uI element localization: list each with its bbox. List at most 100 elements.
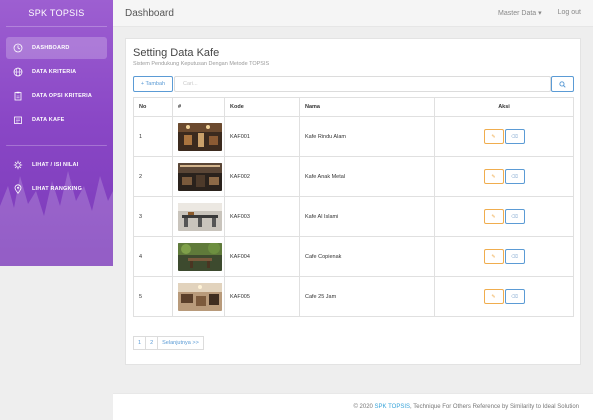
sidebar-item-label: DASHBOARD	[32, 45, 70, 51]
master-data-dropdown[interactable]: Master Data ▾	[498, 9, 542, 17]
sidebar-item-data-kriteria[interactable]: DATA KRITERIA	[6, 61, 107, 83]
row-kode: KAF004	[224, 236, 300, 277]
table-row: 5 KAF005 Cafe 25 Jam ✎ ⌫	[133, 276, 574, 317]
next-page-link[interactable]: Selanjutnya >>	[157, 336, 204, 350]
row-nama: Kafe Rindu Alam	[299, 116, 435, 157]
row-image-cell	[172, 156, 225, 197]
edit-button[interactable]: ✎	[483, 169, 504, 184]
row-number: 4	[133, 236, 173, 277]
row-number: 1	[133, 116, 173, 157]
footer-link[interactable]: SPK TOPSIS	[375, 404, 410, 410]
row-image-cell	[172, 196, 225, 237]
footer: © 2020 SPK TOPSIS , Technique For Others…	[113, 393, 593, 420]
row-nama: Kafe Al Islami	[299, 196, 435, 237]
row-actions: ✎ ⌫	[434, 196, 574, 237]
document-icon	[12, 114, 24, 126]
table-row: 4 KAF004 Cafe Copienak ✎ ⌫	[133, 236, 574, 277]
column-header-no: No	[133, 97, 173, 117]
kafe-photo[interactable]	[178, 202, 222, 231]
row-kode: KAF005	[224, 276, 300, 317]
delete-button[interactable]: ⌫	[504, 169, 525, 184]
dashboard-icon	[12, 42, 24, 54]
table-header-row: No # Kode Nama Aksi	[133, 97, 574, 117]
table-row: 2 KAF002 Kafe Anak Metal ✎ ⌫	[133, 156, 574, 197]
trash-icon: ⌫	[510, 213, 519, 220]
pencil-icon: ✎	[491, 213, 496, 220]
kafe-photo[interactable]	[178, 162, 222, 191]
delete-button[interactable]: ⌫	[504, 129, 525, 144]
table-row: 1 KAF001 Kafe Rindu Alam ✎ ⌫	[133, 116, 574, 157]
pencil-icon: ✎	[491, 133, 496, 140]
row-nama: Kafe Anak Metal	[299, 156, 435, 197]
table-row: 3 KAF003 Kafe Al Islami ✎ ⌫	[133, 196, 574, 237]
globe-icon	[12, 66, 24, 78]
sidebar-item-dashboard[interactable]: DASHBOARD	[6, 37, 107, 59]
footer-copyright: © 2020	[353, 404, 375, 410]
sidebar-nav: DASHBOARD DATA KRITERIA DATA OPSI KRITER…	[0, 27, 113, 200]
sidebar-item-data-opsi-kriteria[interactable]: DATA OPSI KRITERIA	[6, 85, 107, 107]
column-header-nama: Nama	[299, 97, 435, 117]
location-pin-icon	[12, 183, 24, 195]
clipboard-icon	[12, 90, 24, 102]
sidebar-item-label: DATA KAFE	[32, 117, 65, 123]
pagination: 1 2 Selanjutnya >>	[133, 336, 204, 350]
trash-icon: ⌫	[510, 173, 519, 180]
sidebar-item-label: DATA OPSI KRITERIA	[32, 93, 93, 99]
row-number: 5	[133, 276, 173, 317]
column-header-kode: Kode	[224, 97, 300, 117]
brand-title[interactable]: SPK TOPSIS	[6, 0, 107, 27]
row-nama: Cafe Copienak	[299, 236, 435, 277]
row-actions: ✎ ⌫	[434, 156, 574, 197]
data-kafe-panel: Setting Data Kafe Sistem Pendukung Keput…	[125, 38, 581, 365]
sidebar-spacer	[6, 133, 107, 141]
row-image-cell	[172, 276, 225, 317]
row-kode: KAF001	[224, 116, 300, 157]
top-navbar-menu: Master Data ▾ Log out	[498, 9, 581, 17]
sidebar-item-lihat-rangking[interactable]: LIHAT RANGKING	[6, 178, 107, 200]
sidebar-item-label: DATA KRITERIA	[32, 69, 77, 75]
sidebar-item-lihat-isi-nilai[interactable]: LIHAT / ISI NILAI	[6, 154, 107, 176]
sidebar-divider	[6, 145, 107, 146]
search-icon	[559, 80, 566, 88]
row-actions: ✎ ⌫	[434, 276, 574, 317]
logout-link[interactable]: Log out	[558, 9, 581, 17]
row-nama: Cafe 25 Jam	[299, 276, 435, 317]
top-navbar: Dashboard Master Data ▾ Log out	[113, 0, 593, 27]
delete-button[interactable]: ⌫	[504, 209, 525, 224]
row-image-cell	[172, 116, 225, 157]
delete-button[interactable]: ⌫	[504, 249, 525, 264]
pencil-icon: ✎	[491, 293, 496, 300]
page-title: Dashboard	[125, 7, 174, 19]
footer-description: , Technique For Others Reference by Simi…	[410, 404, 579, 410]
sidebar-item-label: LIHAT RANGKING	[32, 186, 83, 192]
row-number: 3	[133, 196, 173, 237]
row-image-cell	[172, 236, 225, 277]
edit-button[interactable]: ✎	[483, 249, 504, 264]
row-kode: KAF003	[224, 196, 300, 237]
column-header-image: #	[172, 97, 225, 117]
column-header-aksi: Aksi	[434, 97, 574, 117]
edit-button[interactable]: ✎	[483, 129, 504, 144]
kafe-photo[interactable]	[178, 242, 222, 271]
panel-subtitle: Sistem Pendukung Keputusan Dengan Metode…	[133, 61, 270, 67]
kafe-table: No # Kode Nama Aksi 1 KAF001 Kafe Rindu …	[133, 97, 574, 317]
kafe-photo[interactable]	[178, 122, 222, 151]
edit-button[interactable]: ✎	[483, 289, 504, 304]
delete-button[interactable]: ⌫	[504, 289, 525, 304]
row-kode: KAF002	[224, 156, 300, 197]
sidebar-item-label: LIHAT / ISI NILAI	[32, 162, 79, 168]
row-number: 2	[133, 156, 173, 197]
pencil-icon: ✎	[491, 253, 496, 260]
trash-icon: ⌫	[510, 253, 519, 260]
add-button[interactable]: + Tambah	[133, 76, 173, 92]
sidebar-item-data-kafe[interactable]: DATA KAFE	[6, 109, 107, 131]
kafe-photo[interactable]	[178, 282, 222, 311]
sidebar: SPK TOPSIS DASHBOARD DATA KRITERIA DATA …	[0, 0, 113, 266]
edit-button[interactable]: ✎	[483, 209, 504, 224]
search-button[interactable]	[551, 76, 574, 92]
row-actions: ✎ ⌫	[434, 236, 574, 277]
panel-title: Setting Data Kafe	[133, 47, 220, 59]
search-input[interactable]	[174, 76, 551, 92]
pencil-icon: ✎	[491, 173, 496, 180]
row-actions: ✎ ⌫	[434, 116, 574, 157]
